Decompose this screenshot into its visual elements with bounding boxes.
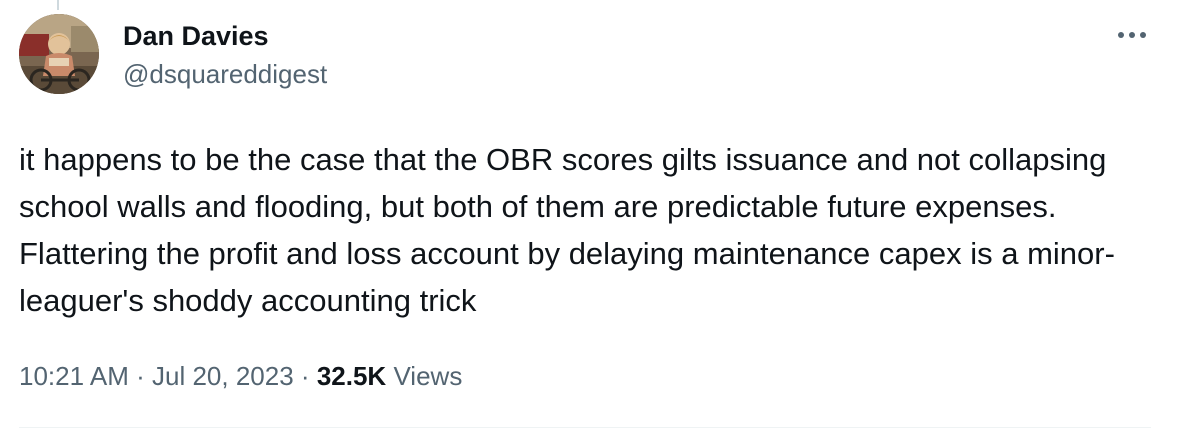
more-options-button[interactable]	[1112, 20, 1152, 50]
meta-separator: ·	[300, 361, 310, 391]
tweet-metadata: 10:21 AM · Jul 20, 2023 · 32.5K Views	[19, 357, 462, 395]
divider	[19, 427, 1151, 428]
more-horizontal-icon	[1118, 32, 1146, 38]
tweet-timestamp-link[interactable]: 10:21 AM · Jul 20, 2023	[19, 361, 294, 391]
tweet-author: Dan Davies @dsquareddigest	[123, 18, 327, 94]
views-label: Views	[393, 361, 463, 391]
tweet-date: Jul 20, 2023	[152, 361, 294, 391]
views-count: 32.5K	[316, 361, 387, 391]
views-link[interactable]: 32.5K Views	[317, 361, 463, 391]
thread-connector-line	[57, 0, 59, 10]
avatar-photo	[19, 14, 99, 94]
author-handle[interactable]: @dsquareddigest	[123, 54, 327, 94]
avatar[interactable]	[19, 14, 99, 94]
author-display-name[interactable]: Dan Davies	[123, 18, 327, 54]
tweet-text: it happens to be the case that the OBR s…	[19, 142, 1115, 318]
meta-separator: ·	[136, 361, 145, 391]
tweet-time: 10:21 AM	[19, 361, 129, 391]
